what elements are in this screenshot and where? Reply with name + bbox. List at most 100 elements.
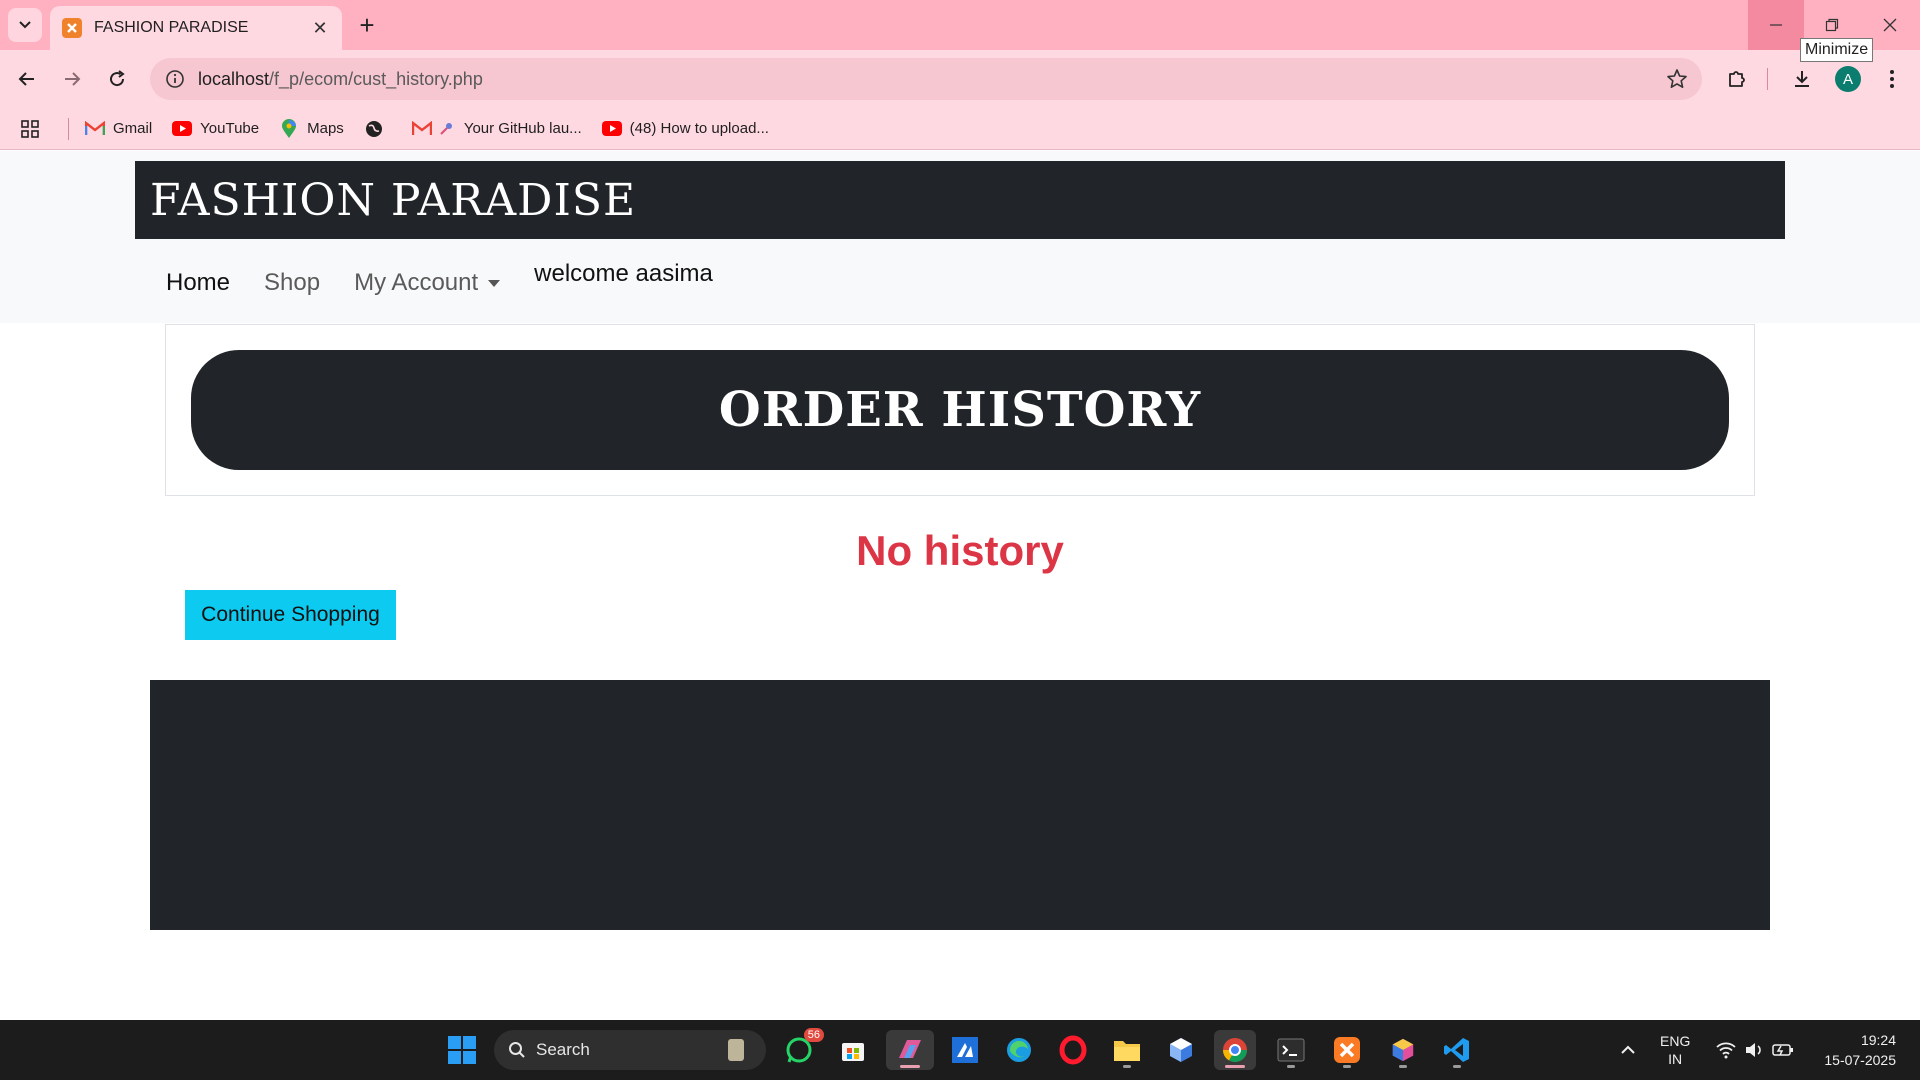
windows-logo-icon bbox=[448, 1036, 461, 1049]
battery-icon bbox=[1772, 1044, 1793, 1056]
store-app[interactable] bbox=[832, 1030, 874, 1070]
reload-button[interactable] bbox=[102, 64, 132, 94]
file-explorer-app[interactable] bbox=[1106, 1030, 1148, 1070]
clock[interactable]: 19:24 15-07-2025 bbox=[1812, 1020, 1896, 1080]
site-brand[interactable]: FASHION PARADISE bbox=[150, 175, 636, 226]
bookmark-label: Your GitHub lau... bbox=[463, 120, 582, 137]
minimize-icon bbox=[1770, 24, 1782, 26]
bookmark-label: Gmail bbox=[113, 120, 153, 137]
nav-account-label: My Account bbox=[354, 269, 479, 296]
start-button[interactable] bbox=[448, 1036, 476, 1064]
download-icon bbox=[1795, 71, 1809, 87]
cube-app-2[interactable] bbox=[1382, 1030, 1424, 1070]
forward-button[interactable] bbox=[57, 64, 87, 94]
vscode-icon bbox=[1444, 1038, 1469, 1062]
continue-shopping-button[interactable]: Continue Shopping bbox=[185, 590, 396, 640]
bookmarks-bar: Gmail YouTube Maps Your GitHub lau... (4… bbox=[0, 108, 1920, 150]
azure-app[interactable] bbox=[944, 1030, 986, 1070]
close-icon bbox=[1883, 18, 1897, 32]
welcome-text: welcome aasima bbox=[534, 260, 713, 287]
bookmark-label: (48) How to upload... bbox=[629, 120, 769, 137]
bookmark-star-icon[interactable] bbox=[1666, 68, 1688, 90]
cube-icon bbox=[1170, 1038, 1192, 1062]
apps-shortcut[interactable] bbox=[20, 119, 48, 138]
empty-history-message: No history bbox=[856, 527, 1064, 574]
running-indicator bbox=[1399, 1065, 1407, 1068]
bookmark-globe[interactable] bbox=[364, 120, 392, 137]
back-button[interactable] bbox=[12, 64, 42, 94]
show-hidden-icons-button[interactable] bbox=[1620, 1020, 1636, 1080]
bookmark-github-launch[interactable]: Your GitHub lau... bbox=[411, 120, 582, 137]
bookmark-youtube[interactable]: YouTube bbox=[172, 120, 259, 137]
volume-icon bbox=[1746, 1043, 1761, 1057]
search-highlight-icon bbox=[728, 1039, 744, 1061]
azure-icon bbox=[952, 1037, 978, 1063]
bookmark-youtube-video[interactable]: (48) How to upload... bbox=[601, 120, 769, 137]
maps-icon bbox=[279, 118, 299, 138]
opera-icon bbox=[1059, 1035, 1087, 1065]
order-history-card: ORDER HISTORY bbox=[165, 324, 1755, 496]
system-tray[interactable] bbox=[1716, 1020, 1794, 1080]
nav-account-dropdown[interactable]: My Account bbox=[354, 269, 501, 297]
kebab-menu-icon bbox=[1890, 70, 1894, 88]
whatsapp-badge: 56 bbox=[803, 1028, 824, 1042]
whatsapp-app[interactable]: 56 bbox=[778, 1028, 824, 1070]
site-nav: Home Shop My Account welcome aasima bbox=[166, 260, 713, 297]
profile-avatar[interactable]: A bbox=[1835, 66, 1861, 92]
bookmark-maps[interactable]: Maps bbox=[279, 118, 344, 138]
nav-home-link[interactable]: Home bbox=[166, 269, 230, 297]
new-tab-button[interactable]: + bbox=[352, 10, 382, 40]
extensions-button[interactable] bbox=[1722, 64, 1752, 94]
active-indicator bbox=[1225, 1065, 1245, 1068]
url-path: /f_p/ecom/cust_history.php bbox=[269, 68, 483, 89]
url-host: localhost bbox=[198, 68, 270, 89]
browser-tab[interactable]: FASHION PARADISE ✕ bbox=[50, 6, 342, 50]
address-bar[interactable]: localhost/f_p/ecom/cust_history.php bbox=[150, 58, 1702, 100]
bookmark-label: YouTube bbox=[200, 120, 260, 137]
browser-menu-button[interactable] bbox=[1877, 64, 1907, 94]
chevron-down-icon bbox=[19, 21, 31, 29]
minimize-button[interactable] bbox=[1748, 0, 1804, 50]
folder-icon bbox=[1114, 1041, 1140, 1061]
caret-down-icon bbox=[488, 279, 501, 287]
taskbar-search[interactable]: Search bbox=[494, 1030, 766, 1070]
gmail-icon bbox=[411, 121, 432, 137]
reload-icon bbox=[110, 70, 125, 87]
tab-search-button[interactable] bbox=[8, 8, 42, 42]
xampp-app[interactable] bbox=[1326, 1030, 1368, 1070]
opera-app[interactable] bbox=[1052, 1030, 1094, 1070]
tab-close-icon[interactable]: ✕ bbox=[310, 18, 330, 39]
url-text: localhost/f_p/ecom/cust_history.php bbox=[198, 69, 1666, 90]
copilot-app[interactable] bbox=[886, 1030, 934, 1070]
copilot-icon bbox=[899, 1040, 921, 1058]
edge-app[interactable] bbox=[998, 1030, 1040, 1070]
youtube-icon bbox=[172, 121, 193, 137]
site-info-icon[interactable] bbox=[164, 68, 186, 90]
forward-arrow-icon bbox=[65, 72, 81, 86]
wifi-icon bbox=[1716, 1042, 1736, 1059]
chrome-app[interactable] bbox=[1214, 1030, 1256, 1070]
nav-shop-link[interactable]: Shop bbox=[264, 269, 320, 297]
vscode-app[interactable] bbox=[1436, 1030, 1478, 1070]
browser-tab-strip: FASHION PARADISE ✕ + Minimize bbox=[0, 0, 1920, 62]
cube-app[interactable] bbox=[1160, 1030, 1202, 1070]
globe-icon bbox=[364, 120, 384, 137]
bookmarks-divider bbox=[68, 117, 69, 140]
browser-toolbar: localhost/f_p/ecom/cust_history.php A bbox=[0, 50, 1920, 108]
running-indicator bbox=[1343, 1065, 1351, 1068]
page-title: ORDER HISTORY bbox=[718, 382, 1202, 438]
web-page: FASHION PARADISE Home Shop My Account we… bbox=[0, 151, 1920, 1020]
bookmark-gmail[interactable]: Gmail bbox=[85, 120, 152, 137]
gmail-icon bbox=[85, 121, 105, 137]
cube-icon bbox=[1392, 1038, 1414, 1062]
order-history-banner: ORDER HISTORY bbox=[191, 350, 1729, 470]
language-line2: IN bbox=[1668, 1051, 1683, 1067]
minimize-tooltip: Minimize bbox=[1800, 38, 1874, 62]
search-icon bbox=[509, 1042, 525, 1058]
downloads-button[interactable] bbox=[1787, 64, 1817, 94]
terminal-app[interactable] bbox=[1270, 1030, 1312, 1070]
tab-title: FASHION PARADISE bbox=[94, 19, 249, 36]
edge-icon bbox=[1007, 1038, 1031, 1062]
github-launch-icon bbox=[436, 121, 456, 137]
language-indicator[interactable]: ENG IN bbox=[1660, 1020, 1690, 1080]
